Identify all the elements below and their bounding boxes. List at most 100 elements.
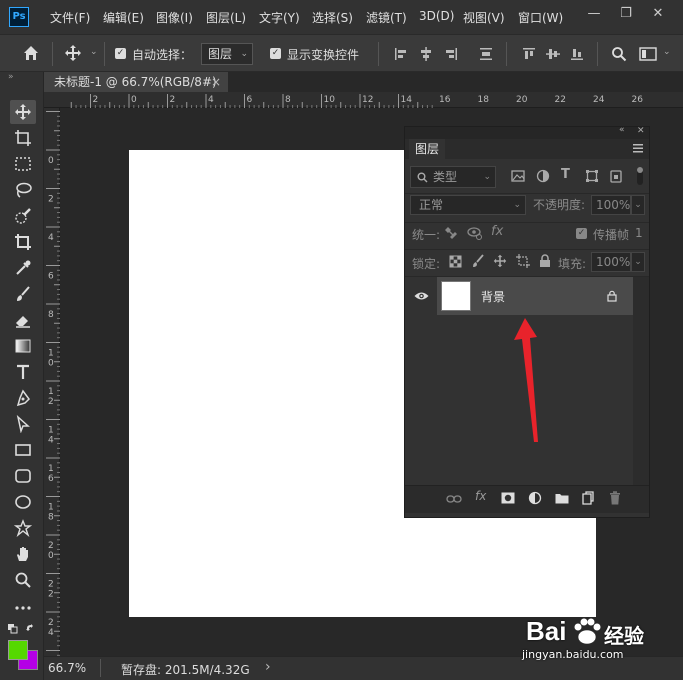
- auto-select-checkbox[interactable]: ✓: [115, 48, 126, 59]
- menu-layer[interactable]: 图层(L): [206, 9, 246, 26]
- propagate-frame-checkbox[interactable]: ✓: [576, 228, 587, 239]
- filter-type-icon[interactable]: T: [561, 167, 570, 182]
- menu-3d[interactable]: 3D(D): [419, 9, 454, 23]
- layer-style-icon[interactable]: fx: [475, 489, 486, 503]
- auto-select-dropdown[interactable]: 图层 ⌄: [201, 43, 253, 65]
- distribute-icon[interactable]: [479, 47, 493, 61]
- divider: [378, 42, 379, 66]
- foreground-color-swatch[interactable]: [8, 640, 28, 660]
- menu-image[interactable]: 图像(I): [156, 9, 193, 26]
- collapse-chevron-icon[interactable]: »: [8, 72, 14, 82]
- chevron-down-icon[interactable]: ⌄: [90, 47, 98, 57]
- visibility-eye-icon[interactable]: [414, 291, 429, 301]
- filter-pixel-icon[interactable]: [511, 170, 525, 182]
- add-mask-icon[interactable]: [501, 492, 515, 504]
- new-group-icon[interactable]: [555, 492, 569, 504]
- menu-select[interactable]: 选择(S): [312, 9, 353, 26]
- auto-select-label: 自动选择：: [132, 48, 193, 62]
- menu-file[interactable]: 文件(F): [50, 9, 90, 26]
- lock-artboard-icon[interactable]: [516, 254, 530, 268]
- filter-toggle[interactable]: [637, 167, 643, 185]
- path-select-tool[interactable]: [10, 412, 36, 436]
- lock-transparent-pixels-icon[interactable]: [449, 255, 462, 268]
- default-colors-icon[interactable]: [8, 624, 18, 634]
- restore-button[interactable]: ❐: [612, 4, 640, 24]
- link-layers-icon[interactable]: [446, 494, 462, 504]
- align-right-icon[interactable]: [444, 47, 458, 61]
- eyedropper-tool[interactable]: [10, 256, 36, 280]
- ruler-label: 6: [48, 272, 54, 282]
- zoom-tool[interactable]: [10, 568, 36, 592]
- filter-shape-icon[interactable]: [585, 169, 599, 183]
- menu-view[interactable]: 视图(V): [463, 9, 505, 26]
- fill-value: 100%: [596, 255, 631, 269]
- new-layer-icon[interactable]: [582, 491, 594, 505]
- collapse-panel-icon[interactable]: «: [619, 125, 625, 135]
- opacity-dropdown-button[interactable]: ⌄: [631, 195, 645, 215]
- lock-position-icon[interactable]: [493, 254, 507, 268]
- menu-filter[interactable]: 滤镜(T): [366, 9, 407, 26]
- type-tool[interactable]: [10, 360, 36, 384]
- delete-layer-icon[interactable]: [609, 491, 621, 505]
- lock-label: 锁定:: [412, 257, 441, 271]
- chevron-down-icon[interactable]: ⌄: [663, 47, 671, 57]
- eraser-tool[interactable]: [10, 308, 36, 332]
- pen-tool[interactable]: [10, 386, 36, 410]
- menu-type[interactable]: 文字(Y): [259, 9, 300, 26]
- rectangle-tool[interactable]: [10, 438, 36, 462]
- menu-window[interactable]: 窗口(W): [518, 9, 563, 26]
- close-window-button[interactable]: ✕: [644, 4, 672, 24]
- filter-adjustment-icon[interactable]: [536, 169, 550, 183]
- more-tools[interactable]: [10, 596, 36, 620]
- close-panel-icon[interactable]: ✕: [637, 126, 645, 136]
- swap-colors-icon[interactable]: [26, 624, 36, 634]
- panel-header-strip: « ✕: [405, 125, 649, 139]
- search-icon[interactable]: [611, 46, 627, 62]
- brush-tool[interactable]: [10, 282, 36, 306]
- ellipse-tool[interactable]: [10, 490, 36, 514]
- tab-layers[interactable]: 图层: [409, 139, 445, 159]
- layer-filter-dropdown[interactable]: 类型 ⌄: [410, 166, 496, 188]
- align-top-icon[interactable]: [522, 47, 536, 61]
- lasso-tool[interactable]: [10, 178, 36, 202]
- align-left-icon[interactable]: [394, 47, 408, 61]
- lock-all-icon[interactable]: [539, 254, 551, 268]
- unify-position-icon[interactable]: [445, 226, 461, 240]
- panel-menu-icon[interactable]: [633, 144, 643, 153]
- fill-dropdown-button[interactable]: ⌄: [631, 252, 645, 272]
- gradient-tool[interactable]: [10, 334, 36, 358]
- crop-tool[interactable]: [10, 230, 36, 254]
- unify-label: 统一:: [412, 228, 441, 242]
- menu-edit[interactable]: 编辑(E): [103, 9, 144, 26]
- rounded-rect-tool[interactable]: [10, 464, 36, 488]
- layer-thumbnail[interactable]: [441, 281, 471, 311]
- unify-visibility-icon[interactable]: [467, 226, 483, 240]
- layers-scrollbar[interactable]: [633, 277, 649, 485]
- filter-smart-object-icon[interactable]: [609, 169, 623, 183]
- artboard-tool[interactable]: [10, 126, 36, 150]
- move-tool-icon[interactable]: [64, 44, 82, 65]
- close-tab-icon[interactable]: ×: [211, 72, 221, 92]
- quick-select-tool[interactable]: [10, 204, 36, 228]
- new-adjustment-layer-icon[interactable]: [528, 491, 542, 505]
- minimize-button[interactable]: —: [580, 4, 608, 24]
- align-bottom-icon[interactable]: [570, 47, 584, 61]
- document-tab[interactable]: 未标题-1 @ 66.7%(RGB/8#) ×: [44, 72, 228, 92]
- lock-image-pixels-icon[interactable]: [471, 254, 485, 268]
- blend-mode-dropdown[interactable]: 正常 ⌄: [410, 195, 526, 215]
- status-menu-arrow[interactable]: ›: [265, 659, 271, 675]
- custom-shape-tool[interactable]: [10, 516, 36, 540]
- home-icon[interactable]: [22, 44, 40, 65]
- marquee-tool[interactable]: [10, 152, 36, 176]
- align-middle-icon[interactable]: [546, 47, 560, 61]
- fill-input[interactable]: 100%: [591, 252, 631, 272]
- unify-style-icon[interactable]: fx: [491, 224, 503, 239]
- baidu-jingyan-watermark: Bai 经验 jingyan.baidu.com: [520, 614, 680, 664]
- zoom-level[interactable]: 66.7%: [48, 661, 86, 675]
- show-transform-checkbox[interactable]: ✓: [270, 48, 281, 59]
- opacity-input[interactable]: 100%: [591, 195, 631, 215]
- hand-tool[interactable]: [10, 542, 36, 566]
- move-tool[interactable]: [10, 100, 36, 124]
- align-center-icon[interactable]: [419, 47, 433, 61]
- workspace-icon[interactable]: [639, 47, 657, 61]
